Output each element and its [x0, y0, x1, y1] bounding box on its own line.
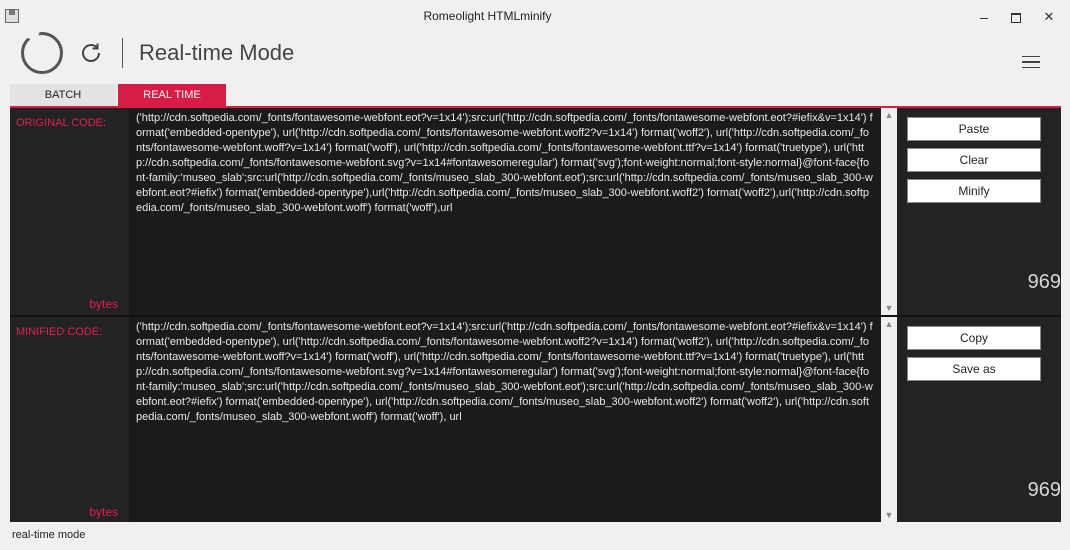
minified-code-textarea[interactable]: ('http://cdn.softpedia.com/_fonts/fontaw…: [129, 317, 881, 522]
minify-button[interactable]: Minify: [907, 179, 1041, 203]
title-bar: Romeolight HTMLminify ✕: [0, 0, 1070, 32]
scroll-up-icon[interactable]: ▲: [881, 108, 897, 122]
tab-batch[interactable]: BATCH: [10, 84, 116, 107]
window-title: Romeolight HTMLminify: [423, 9, 552, 23]
scroll-down-icon[interactable]: ▼: [881, 301, 897, 315]
copy-button[interactable]: Copy: [907, 326, 1041, 350]
status-bar-text: real-time mode: [12, 529, 86, 541]
maximize-button[interactable]: [1000, 6, 1030, 28]
paste-button[interactable]: Paste: [907, 117, 1041, 141]
original-code-text: ('http://cdn.softpedia.com/_fonts/fontaw…: [136, 112, 873, 214]
spinner-icon: [21, 32, 63, 74]
main-area: ORIGINAL CODE: 969 bytes ('http://cdn.so…: [10, 108, 1061, 522]
minified-size-unit: bytes: [89, 505, 118, 519]
minimize-button[interactable]: [969, 6, 999, 28]
minified-code-text: ('http://cdn.softpedia.com/_fonts/fontaw…: [136, 321, 873, 423]
minified-size: 969: [1027, 479, 1061, 501]
scroll-up-icon[interactable]: ▲: [881, 317, 897, 331]
scroll-down-icon[interactable]: ▼: [881, 508, 897, 522]
original-code-panel: ORIGINAL CODE: 969 bytes ('http://cdn.so…: [10, 108, 1061, 315]
original-size-unit: bytes: [89, 297, 118, 311]
minified-code-panel: MINIFIED CODE: 969 bytes ('http://cdn.so…: [10, 317, 1061, 522]
mode-title: Real-time Mode: [122, 38, 294, 68]
minified-code-label: MINIFIED CODE:: [16, 326, 103, 338]
original-code-textarea[interactable]: ('http://cdn.softpedia.com/_fonts/fontaw…: [129, 108, 881, 315]
original-code-label: ORIGINAL CODE:: [16, 117, 107, 129]
original-size: 969: [1027, 271, 1061, 293]
save-as-button[interactable]: Save as: [907, 357, 1041, 381]
hamburger-menu-icon[interactable]: [1022, 56, 1040, 68]
refresh-icon[interactable]: [78, 40, 104, 66]
original-scrollbar[interactable]: ▲ ▼: [881, 108, 897, 315]
clear-button[interactable]: Clear: [907, 148, 1041, 172]
tab-real-time[interactable]: REAL TIME: [118, 84, 226, 107]
close-button[interactable]: ✕: [1034, 6, 1064, 28]
minified-scrollbar[interactable]: ▲ ▼: [881, 317, 897, 522]
